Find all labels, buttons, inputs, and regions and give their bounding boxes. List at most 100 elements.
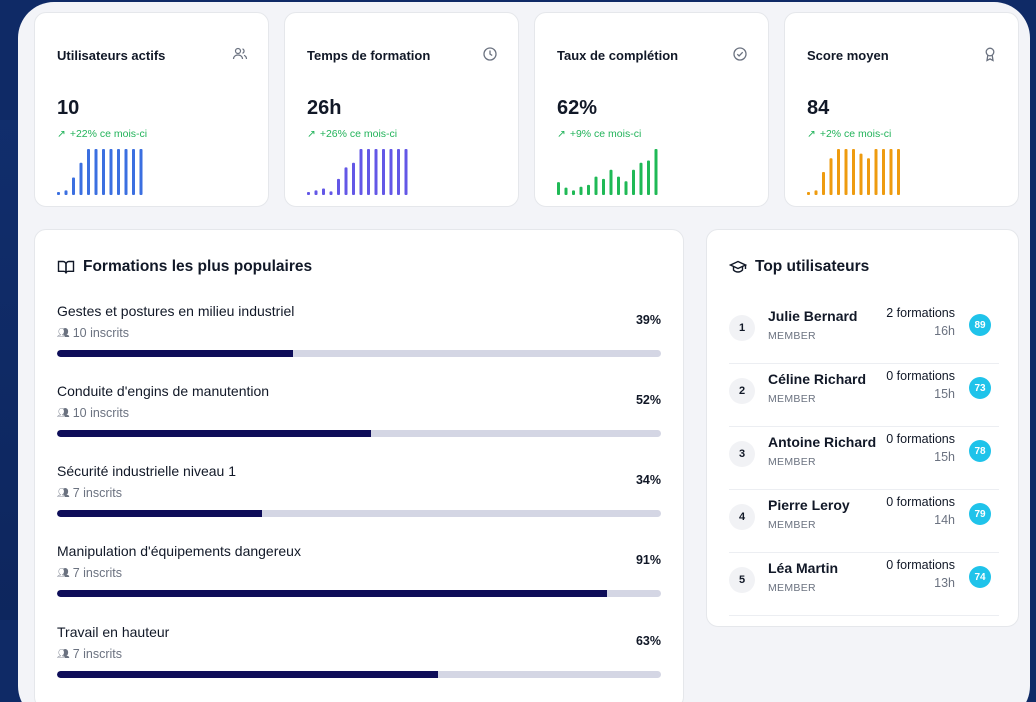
score-badge: 89: [969, 314, 991, 336]
course-name: Conduite d'engins de manutention: [57, 383, 270, 399]
clock-icon: [483, 47, 497, 61]
spark-bar: [94, 149, 98, 195]
course-item[interactable]: Travail en hauteur 👥︎ 7 inscrits 63%: [57, 624, 661, 684]
spark-bar: [579, 186, 583, 195]
user-hours: 15h: [934, 450, 955, 464]
course-item[interactable]: Gestes et postures en milieu industriel …: [57, 303, 661, 363]
progress-fill: [57, 671, 438, 678]
spark-bar: [852, 149, 855, 195]
progress-bar: [57, 671, 661, 678]
spark-bar: [352, 162, 355, 195]
progress-bar: [57, 430, 661, 437]
spark-bar: [897, 149, 900, 195]
user-role: MEMBER: [768, 582, 816, 594]
user-formations: 0 formations: [886, 432, 955, 446]
spark-bar: [389, 149, 393, 195]
graduation-cap-icon: [729, 260, 747, 273]
stat-title: Temps de formation: [307, 48, 431, 63]
popular-formations-title: Formations les plus populaires: [57, 258, 312, 276]
progress-fill: [57, 350, 293, 357]
spark-bar: [109, 149, 113, 195]
enrolled-count: 7 inscrits: [72, 486, 123, 500]
spark-bar: [829, 158, 833, 195]
trend-text: +9% ce mois-ci: [569, 128, 642, 140]
spark-bar: [314, 190, 318, 195]
course-enrolled: 👥︎ 7 inscrits: [57, 486, 122, 500]
user-row[interactable]: 5 Léa Martin MEMBER 0 formations 13h 74: [729, 554, 999, 616]
spark-bar: [889, 149, 893, 195]
spark-bar: [79, 162, 83, 195]
spark-bar: [647, 160, 650, 195]
user-formations: 0 formations: [886, 369, 955, 383]
stat-card-average-score: Score moyen 84 ↗ +2% ce mois-ci: [784, 12, 1019, 207]
section-title-text: Formations les plus populaires: [83, 258, 313, 275]
spark-bar: [874, 149, 878, 195]
user-row[interactable]: 3 Antoine Richard MEMBER 0 formations 15…: [729, 428, 999, 490]
spark-bar: [139, 149, 143, 195]
course-enrolled: 👥︎ 7 inscrits: [57, 566, 122, 580]
stat-trend: ↗ +9% ce mois-ci: [557, 128, 641, 140]
sparkline: [307, 149, 408, 195]
course-enrolled: 👥︎ 10 inscrits: [57, 326, 129, 340]
spark-bar: [594, 176, 598, 195]
user-name: Léa Martin: [768, 560, 839, 576]
spark-bar: [844, 149, 848, 195]
course-percent: 91%: [635, 553, 661, 567]
stat-card-training-time: Temps de formation 26h ↗ +26% ce mois-ci: [284, 12, 519, 207]
course-item[interactable]: Conduite d'engins de manutention 👥︎ 10 in…: [57, 383, 661, 443]
user-row[interactable]: 1 Julie Bernard MEMBER 2 formations 16h …: [729, 302, 999, 364]
spark-bar: [632, 169, 635, 195]
stat-trend: ↗ +22% ce mois-ci: [57, 128, 147, 140]
spark-bar: [344, 167, 348, 195]
section-title-text: Top utilisateurs: [755, 258, 870, 275]
user-name: Julie Bernard: [768, 308, 858, 324]
spark-bar: [639, 162, 643, 195]
stat-value: 62%: [557, 97, 598, 119]
trend-up-icon: ↗: [807, 128, 816, 140]
user-formations: 0 formations: [886, 495, 955, 509]
trend-text: +22% ce mois-ci: [69, 128, 148, 140]
trend-text: +26% ce mois-ci: [319, 128, 398, 140]
award-icon: [985, 47, 995, 62]
spark-bar: [329, 191, 333, 195]
spark-bar: [57, 192, 60, 195]
progress-bar: [57, 510, 661, 517]
spark-bar: [72, 177, 75, 195]
course-item[interactable]: Sécurité industrielle niveau 1 👥︎ 7 inscr…: [57, 463, 661, 523]
spark-bar: [867, 158, 870, 195]
spark-bar: [307, 192, 310, 195]
stat-card-completion-rate: Taux de complétion 62% ↗ +9% ce mois-ci: [534, 12, 769, 207]
rank-badge: 5: [729, 567, 755, 593]
score-badge: 74: [969, 566, 991, 588]
user-hours: 14h: [934, 513, 955, 527]
course-item[interactable]: Manipulation d'équipements dangereux 👥︎ 7…: [57, 543, 661, 603]
course-name: Travail en hauteur: [57, 624, 170, 640]
users-icon: 👥︎: [57, 327, 70, 339]
course-percent: 34%: [635, 473, 661, 487]
user-name: Pierre Leroy: [768, 497, 850, 513]
course-percent: 63%: [635, 634, 661, 648]
top-users-panel: Top utilisateurs 1 Julie Bernard MEMBER …: [706, 229, 1019, 627]
user-role: MEMBER: [768, 330, 816, 342]
score-badge: 73: [969, 377, 991, 399]
progress-fill: [57, 590, 607, 597]
sparkline: [557, 149, 658, 195]
spark-bar: [382, 149, 385, 195]
stat-value: 84: [807, 97, 830, 119]
user-row[interactable]: 2 Céline Richard MEMBER 0 formations 15h…: [729, 365, 999, 427]
stat-value: 26h: [307, 97, 342, 119]
user-role: MEMBER: [768, 456, 816, 468]
spark-bar: [117, 149, 120, 195]
spark-bar: [397, 149, 400, 195]
user-role: MEMBER: [768, 519, 816, 531]
trend-up-icon: ↗: [307, 128, 316, 140]
users-icon: 👥︎: [57, 567, 70, 579]
stat-trend: ↗ +26% ce mois-ci: [307, 128, 397, 140]
user-row[interactable]: 4 Pierre Leroy MEMBER 0 formations 14h 7…: [729, 491, 999, 553]
users-icon: [232, 47, 248, 60]
spark-bar: [814, 190, 818, 195]
score-badge: 78: [969, 440, 991, 462]
spark-bar: [617, 176, 620, 195]
spark-bar: [557, 182, 560, 195]
spark-bar: [87, 149, 90, 195]
